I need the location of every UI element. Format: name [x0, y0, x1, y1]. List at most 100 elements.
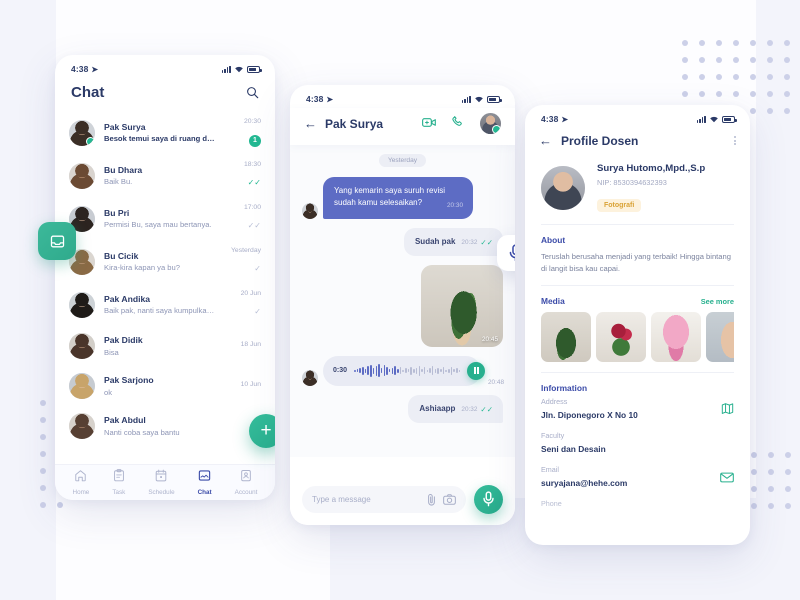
inbox-icon	[50, 235, 64, 247]
message-time: 20:32	[461, 406, 478, 413]
phone-icon[interactable]	[451, 115, 464, 133]
conversation-row[interactable]: Pak Didik Bisa 18 Jun	[55, 326, 275, 366]
phone-profile: 4:38 ➤ ← Profile Dosen Surya Hutomo,Mpd.…	[525, 105, 750, 545]
paperclip-icon[interactable]	[427, 493, 436, 506]
info-label: Email	[541, 465, 559, 475]
conversation-row[interactable]: Pak Surya Besok temui saya di ruang dosen…	[55, 111, 275, 154]
avatar-image	[69, 333, 95, 359]
message-bubble[interactable]: Ashiaapp 20:32 ✓✓	[408, 394, 503, 423]
day-divider: Yesterday	[378, 154, 427, 167]
conversation-text: Pak Didik Bisa	[104, 335, 216, 357]
last-message: Bisa	[104, 347, 119, 357]
envelope-icon[interactable]	[720, 470, 734, 488]
contact-avatar[interactable]	[480, 113, 501, 134]
conversation-row[interactable]: Bu Cicik Kira-kira kapan ya bu? Yesterday ✓	[55, 240, 275, 283]
video-camera-icon[interactable]	[422, 115, 436, 133]
map-icon[interactable]	[721, 402, 734, 420]
message-thread[interactable]: Yesterday Yang kemarin saya suruh revisi…	[290, 145, 515, 457]
conversation-row[interactable]: Bu Pri Permisi Bu, saya mau bertanya. 17:0…	[55, 197, 275, 240]
avatar-image	[69, 162, 95, 189]
media-section: Media See more	[525, 286, 750, 372]
status-bar: 4:38 ➤	[55, 55, 275, 78]
search-icon[interactable]	[246, 86, 259, 99]
last-message: Baik pak, nanti saya kumpulkan ke…	[104, 306, 216, 316]
nav-item-schedule[interactable]: Schedule	[148, 469, 175, 496]
back-arrow-icon[interactable]: ←	[304, 116, 317, 131]
nav-item-task[interactable]: Task	[112, 469, 125, 496]
message-row: Ashiaapp 20:32 ✓✓	[302, 394, 503, 423]
image-message[interactable]: 20:45	[421, 264, 503, 347]
timestamp: 18 Jun	[240, 340, 261, 348]
double-check-icon: ✓✓	[247, 221, 261, 230]
media-thumbnail[interactable]	[706, 312, 734, 363]
message-input-bar: Type a message	[290, 473, 515, 525]
waveform[interactable]	[354, 364, 461, 378]
input-placeholder: Type a message	[312, 494, 371, 504]
floating-mic-button[interactable]	[497, 235, 515, 271]
information-title: Information	[541, 383, 588, 394]
message-meta: 20:32 ✓✓	[461, 238, 493, 248]
phone-chat-list: 4:38 ➤ Chat Pak Surya Besok temui saya di…	[55, 55, 275, 500]
profile-avatar	[541, 165, 585, 210]
voice-record-button[interactable]	[474, 484, 503, 514]
info-text: Faculty Seni dan Desain	[541, 431, 606, 454]
wifi-icon	[475, 96, 483, 103]
conversation-text: Pak Andika Baik pak, nanti saya kumpulkan…	[104, 294, 216, 316]
message-text: Yang kemarin saya suruh revisi sudah kam…	[334, 186, 446, 207]
timestamp: 18:30	[243, 161, 261, 168]
location-arrow-icon: ➤	[91, 64, 99, 74]
location-arrow-icon: ➤	[326, 94, 334, 104]
avatar-image	[69, 373, 95, 399]
chat-icon	[198, 469, 211, 486]
profile-tag-badge: Fotografi	[597, 199, 642, 212]
bottom-navigation[interactable]: Home Task Schedule Chat Account	[55, 464, 275, 500]
clipboard-icon	[113, 469, 125, 486]
media-thumbnail[interactable]	[541, 312, 591, 363]
kebab-menu-icon[interactable]	[734, 135, 736, 146]
camera-icon[interactable]	[443, 493, 456, 505]
see-more-link[interactable]: See more	[701, 297, 734, 306]
voice-message[interactable]: 0:30	[323, 355, 486, 386]
wifi-icon	[710, 116, 718, 123]
timestamp: 20 Jun	[240, 290, 261, 297]
profile-summary: Surya Hutomo,Mpd.,S.p NIP: 8530394632393…	[525, 159, 750, 224]
message-bubble[interactable]: Yang kemarin saya suruh revisi sudah kam…	[323, 177, 473, 219]
inbox-side-tab[interactable]	[38, 222, 76, 260]
double-check-icon: ✓✓	[247, 178, 261, 187]
back-arrow-icon[interactable]: ←	[539, 133, 552, 148]
last-message: Nanti coba saya bantu	[104, 427, 180, 437]
nav-label: Task	[112, 488, 126, 496]
avatar-image	[541, 165, 585, 210]
unread-badge: 1	[249, 135, 261, 147]
conversation-meta: 17:00 ✓✓	[225, 204, 261, 233]
information-list: Address Jln. Diponegoro X No 10 Faculty Sen…	[525, 397, 750, 499]
conversation-row[interactable]: Pak Abdul Nanti coba saya bantu	[55, 406, 275, 446]
nav-item-home[interactable]: Home	[73, 469, 89, 496]
media-thumbnail[interactable]	[651, 312, 701, 363]
home-icon	[74, 469, 87, 486]
conversation-row[interactable]: Pak Sarjono ok 10 Jun	[55, 366, 275, 406]
avatar	[69, 373, 95, 399]
new-chat-fab[interactable]: +	[249, 414, 275, 448]
battery-icon	[247, 65, 262, 73]
message-time: 20:45	[482, 335, 498, 343]
info-value: suryajana@hehe.com	[541, 478, 628, 489]
profile-name: Surya Hutomo,Mpd.,S.p	[597, 163, 706, 174]
message-time: 20:48	[488, 378, 504, 386]
about-text: Teruslah berusaha menjadi yang terbaik! …	[541, 252, 731, 274]
message-row: 20:45	[302, 264, 503, 347]
nav-label: Schedule	[148, 488, 175, 496]
conversation-list[interactable]: Pak Surya Besok temui saya di ruang dosen…	[55, 111, 275, 446]
nav-item-chat[interactable]: Chat	[198, 469, 212, 496]
conversation-row[interactable]: Pak Andika Baik pak, nanti saya kumpulkan…	[55, 283, 275, 326]
nav-item-account[interactable]: Account	[235, 469, 257, 496]
media-thumbnail[interactable]	[596, 312, 646, 363]
media-thumbnails[interactable]	[541, 312, 734, 363]
message-bubble[interactable]: Sudah pak 20:32 ✓✓	[403, 227, 503, 256]
message-input[interactable]: Type a message	[302, 485, 466, 513]
conversation-row[interactable]: Bu Dhara Baik Bu. 18:30 ✓✓	[55, 154, 275, 197]
conversation-meta: Yesterday ✓	[225, 247, 261, 276]
status-time: 4:38	[541, 114, 559, 124]
contact-name: Pak Surya	[325, 116, 384, 131]
pause-button[interactable]	[467, 361, 486, 380]
